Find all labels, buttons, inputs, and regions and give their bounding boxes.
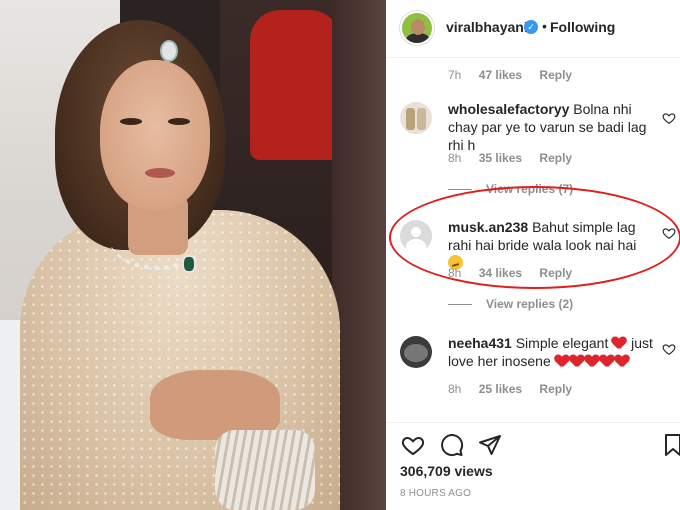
- heart-emoji-icon: [612, 337, 626, 349]
- poster-username[interactable]: viralbhayani: [446, 19, 528, 35]
- comment-time: 8h: [448, 151, 462, 165]
- photo-background-person: [250, 10, 340, 160]
- view-replies-label: View replies (7): [486, 182, 574, 196]
- comment-body: Simple elegant: [515, 335, 609, 351]
- comment-text-block: neeha431 Simple elegant just love her in…: [448, 334, 654, 370]
- heart-emoji-icon: [555, 355, 569, 367]
- reply-button[interactable]: Reply: [539, 382, 572, 396]
- header-separator: •: [542, 18, 547, 34]
- view-replies-button[interactable]: View replies (2): [448, 297, 573, 311]
- photo-maang-tikka: [160, 40, 178, 62]
- photo-face: [100, 60, 210, 210]
- comment-meta: 8h 34 likes Reply: [448, 266, 586, 280]
- heart-icon[interactable]: [662, 342, 676, 356]
- comment-likes[interactable]: 47 likes: [479, 68, 522, 82]
- photo-eye-right: [168, 118, 190, 125]
- view-count[interactable]: 306,709 views: [400, 463, 493, 479]
- heart-icon[interactable]: [662, 111, 676, 125]
- share-icon[interactable]: [478, 433, 502, 457]
- comment-text-block: wholesalefactoryy Bolna nhi chay par ye …: [448, 100, 654, 154]
- heart-icon[interactable]: [662, 226, 676, 240]
- heart-emoji-icon: [615, 355, 629, 367]
- following-button[interactable]: Following: [550, 19, 615, 35]
- reply-button[interactable]: Reply: [539, 151, 572, 165]
- replies-divider: [448, 189, 472, 191]
- heart-emoji-icon: [585, 355, 599, 367]
- reply-button[interactable]: Reply: [539, 266, 572, 280]
- comment-icon[interactable]: [440, 433, 464, 457]
- comment-text-block: musk.an238 Bahut simple lag rahi hai bri…: [448, 218, 654, 272]
- commenter-username[interactable]: musk.an238: [448, 219, 528, 235]
- comment-time: 8h: [448, 382, 462, 396]
- comment-time: 8h: [448, 266, 462, 280]
- bookmark-icon[interactable]: [664, 433, 680, 457]
- comment-meta: 7h 47 likes Reply: [448, 68, 586, 82]
- post-photo[interactable]: [0, 0, 386, 510]
- post-timestamp: 8 HOURS AGO: [400, 488, 472, 499]
- comment-meta: 8h 25 likes Reply: [448, 382, 586, 396]
- comment-meta: 8h 35 likes Reply: [448, 151, 586, 165]
- comment-likes[interactable]: 25 likes: [479, 382, 522, 396]
- photo-bangles: [215, 430, 315, 510]
- heart-emoji-icon: [570, 355, 584, 367]
- photo-lips: [145, 168, 175, 178]
- post-side-panel: viralbhayani ✓ • Following 7h 47 likes R…: [386, 0, 680, 510]
- photo-pendant: [182, 255, 196, 273]
- comment-likes[interactable]: 35 likes: [479, 151, 522, 165]
- view-replies-button[interactable]: View replies (7): [448, 182, 573, 196]
- post-header: viralbhayani ✓ • Following: [386, 0, 680, 58]
- commenter-avatar[interactable]: [400, 336, 432, 368]
- comment-time: 7h: [448, 68, 462, 82]
- photo-edge-band: [332, 0, 386, 510]
- poster-avatar[interactable]: [400, 11, 434, 45]
- reply-button[interactable]: Reply: [539, 68, 572, 82]
- comment-likes[interactable]: 34 likes: [479, 266, 522, 280]
- heart-emoji-icon: [600, 355, 614, 367]
- commenter-avatar[interactable]: [400, 102, 432, 134]
- verified-badge-icon: ✓: [524, 20, 538, 34]
- replies-divider: [448, 304, 472, 306]
- commenter-username[interactable]: wholesalefactoryy: [448, 101, 569, 117]
- photo-eye-left: [120, 118, 142, 125]
- post-action-bar: [386, 422, 680, 462]
- commenter-avatar[interactable]: [400, 220, 432, 252]
- commenter-username[interactable]: neeha431: [448, 335, 512, 351]
- like-heart-icon[interactable]: [400, 433, 426, 457]
- view-replies-label: View replies (2): [486, 297, 574, 311]
